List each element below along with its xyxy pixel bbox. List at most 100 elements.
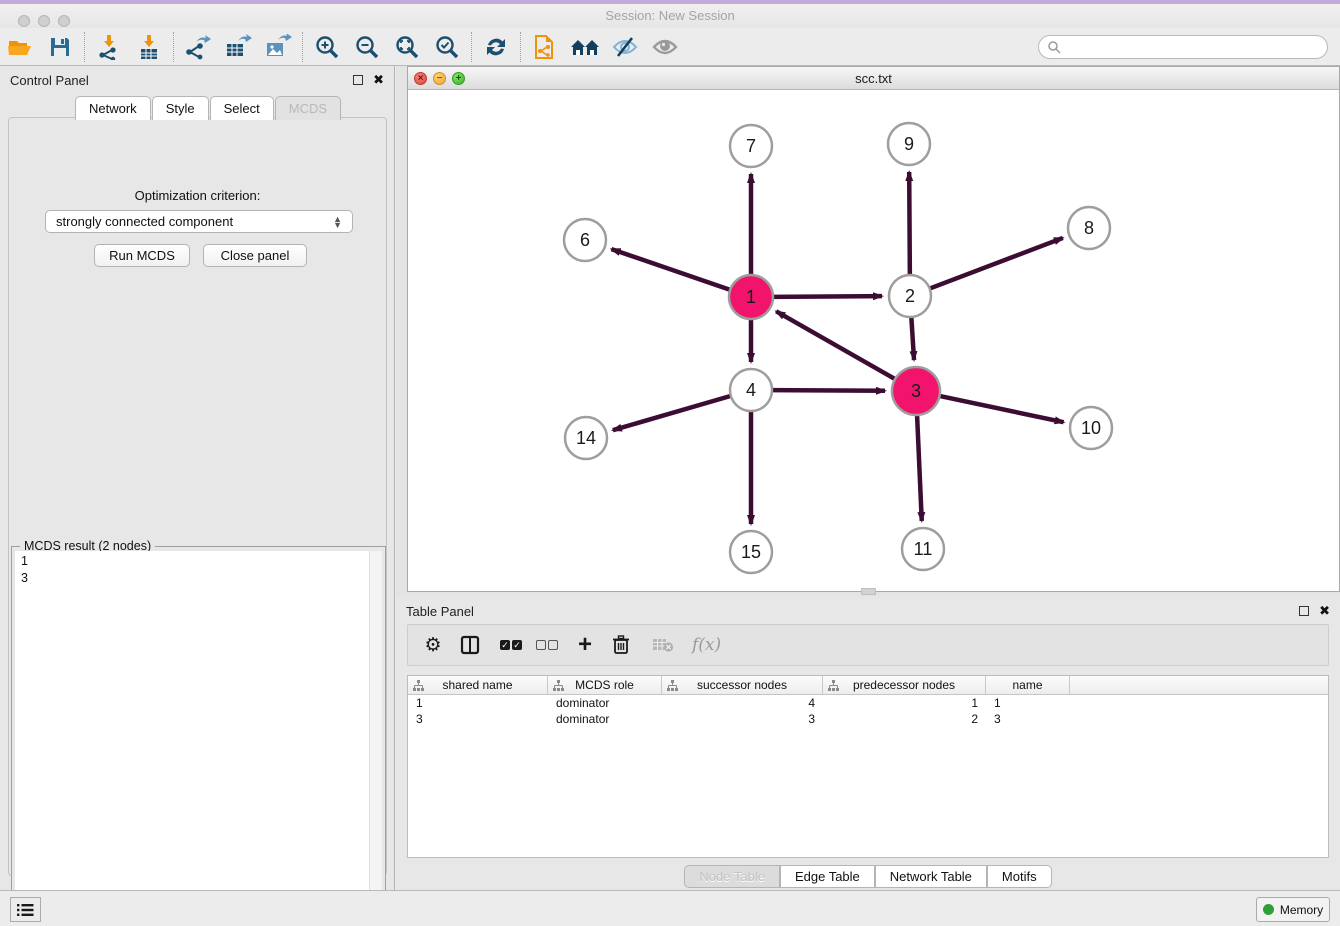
optimization-criterion-select[interactable]: strongly connected component ▲▼ <box>45 210 353 233</box>
cell-successor-nodes[interactable]: 3 <box>662 711 823 727</box>
minimize-window-icon[interactable] <box>38 15 50 27</box>
control-panel-title: Control Panel <box>10 73 89 88</box>
run-mcds-button[interactable]: Run MCDS <box>94 244 190 267</box>
memory-button[interactable]: Memory <box>1256 897 1330 922</box>
zoom-selected-button[interactable] <box>427 30 467 64</box>
mcds-result-scrollbar[interactable] <box>369 551 382 920</box>
network-canvas[interactable]: 7968124314101511 <box>408 90 1339 591</box>
save-floppy-icon <box>49 36 71 58</box>
graph-edge-4-14[interactable] <box>613 396 731 430</box>
graph-edge-3-11[interactable] <box>917 415 922 521</box>
cell-shared-name[interactable]: 1 <box>408 695 548 711</box>
save-session-button[interactable] <box>40 30 80 64</box>
export-network-icon <box>184 34 212 60</box>
graph-edge-3-1[interactable] <box>776 311 895 379</box>
close-table-panel-icon[interactable]: ✖ <box>1319 606 1330 616</box>
main-toolbar <box>0 28 1340 66</box>
cell-name[interactable]: 1 <box>986 695 1070 711</box>
cell-name[interactable]: 3 <box>986 711 1070 727</box>
optimization-criterion-label: Optimization criterion: <box>9 188 386 203</box>
export-table-button[interactable] <box>218 30 258 64</box>
delete-table-icon <box>652 637 678 653</box>
tab-mcds[interactable]: MCDS <box>275 96 341 120</box>
app-titlebar: Session: New Session <box>0 4 1340 28</box>
network-graph[interactable]: 7968124314101511 <box>408 90 1339 591</box>
tab-node-table[interactable]: Node Table <box>684 865 780 888</box>
mcds-tab-content: Optimization criterion: strongly connect… <box>8 117 387 876</box>
column-header-successor-nodes[interactable]: successor nodes <box>662 676 823 694</box>
import-table-button[interactable] <box>129 30 169 64</box>
tab-network-table[interactable]: Network Table <box>875 865 987 888</box>
graph-node-label-15: 15 <box>741 542 761 562</box>
tab-network[interactable]: Network <box>75 96 151 120</box>
tab-motifs[interactable]: Motifs <box>987 865 1052 888</box>
float-table-panel-icon[interactable] <box>1299 606 1309 616</box>
zoom-fit-button[interactable] <box>387 30 427 64</box>
column-header-mcds-role[interactable]: MCDS role <box>548 676 662 694</box>
close-window-icon[interactable] <box>18 15 30 27</box>
network-minimize-icon[interactable]: − <box>433 72 446 85</box>
graph-edge-2-9[interactable] <box>909 172 910 275</box>
graph-edge-2-8[interactable] <box>930 238 1063 289</box>
zoom-out-button[interactable] <box>347 30 387 64</box>
graph-edge-1-2[interactable] <box>773 296 882 297</box>
zoom-in-icon <box>314 34 340 60</box>
toolbar-separator <box>173 32 174 62</box>
refresh-button[interactable] <box>476 30 516 64</box>
close-panel-button[interactable]: Close panel <box>203 244 307 267</box>
toolbar-separator <box>520 32 521 62</box>
graph-edge-4-3[interactable] <box>772 390 885 391</box>
zoom-in-button[interactable] <box>307 30 347 64</box>
network-close-icon[interactable]: × <box>414 72 427 85</box>
hide-graphics-details-button[interactable] <box>605 30 645 64</box>
cell-predecessor-nodes[interactable]: 1 <box>823 695 986 711</box>
table-settings-gear-icon[interactable]: ⚙ <box>420 634 446 657</box>
split-columns-icon[interactable] <box>460 635 486 655</box>
cell-shared-name[interactable]: 3 <box>408 711 548 727</box>
network-window-titlebar[interactable]: scc.txt × − + <box>408 67 1339 90</box>
control-panel-header: Control Panel ✖ <box>0 66 394 94</box>
shared-column-icon <box>553 680 564 691</box>
add-row-plus-icon[interactable]: + <box>572 631 598 659</box>
table-tabs: Node Table Edge Table Network Table Moti… <box>396 865 1340 888</box>
search-input[interactable] <box>1061 37 1327 57</box>
cell-mcds-role[interactable]: dominator <box>548 695 662 711</box>
search-box[interactable] <box>1038 35 1328 59</box>
cell-successor-nodes[interactable]: 4 <box>662 695 823 711</box>
mcds-result-text[interactable]: 1 3 <box>15 551 369 920</box>
new-network-from-file-button[interactable] <box>525 30 565 64</box>
select-all-columns-icon[interactable]: ✓✓ <box>500 640 522 650</box>
cell-predecessor-nodes[interactable]: 2 <box>823 711 986 727</box>
graph-node-label-8: 8 <box>1084 218 1094 238</box>
close-panel-icon[interactable]: ✖ <box>373 75 384 85</box>
column-header-shared-name[interactable]: shared name <box>408 676 548 694</box>
table-row[interactable]: 1 dominator 4 1 1 <box>408 695 1328 711</box>
network-maximize-icon[interactable]: + <box>452 72 465 85</box>
column-header-name[interactable]: name <box>986 676 1070 694</box>
network-table-splitter-handle[interactable] <box>861 588 876 595</box>
first-neighbors-button[interactable] <box>565 30 605 64</box>
graph-node-label-2: 2 <box>905 286 915 306</box>
table-row[interactable]: 3 dominator 3 2 3 <box>408 711 1328 727</box>
import-network-button[interactable] <box>89 30 129 64</box>
float-panel-icon[interactable] <box>353 75 363 85</box>
tab-select[interactable]: Select <box>210 96 274 120</box>
tab-style[interactable]: Style <box>152 96 209 120</box>
export-network-button[interactable] <box>178 30 218 64</box>
graph-edge-2-3[interactable] <box>911 317 914 360</box>
graph-node-label-10: 10 <box>1081 418 1101 438</box>
task-history-button[interactable] <box>10 897 41 922</box>
edges-layer <box>611 172 1063 524</box>
open-session-button[interactable] <box>0 30 40 64</box>
column-header-predecessor-nodes[interactable]: predecessor nodes <box>823 676 986 694</box>
graph-edge-1-6[interactable] <box>611 249 730 290</box>
tab-edge-table[interactable]: Edge Table <box>780 865 875 888</box>
delete-row-trash-icon[interactable] <box>612 635 638 655</box>
graph-edge-3-10[interactable] <box>939 396 1063 422</box>
deselect-all-columns-icon[interactable] <box>536 640 558 650</box>
export-image-button[interactable] <box>258 30 298 64</box>
zoom-window-icon[interactable] <box>58 15 70 27</box>
network-file-icon <box>532 33 558 61</box>
show-graphics-details-button[interactable] <box>645 30 685 64</box>
cell-mcds-role[interactable]: dominator <box>548 711 662 727</box>
